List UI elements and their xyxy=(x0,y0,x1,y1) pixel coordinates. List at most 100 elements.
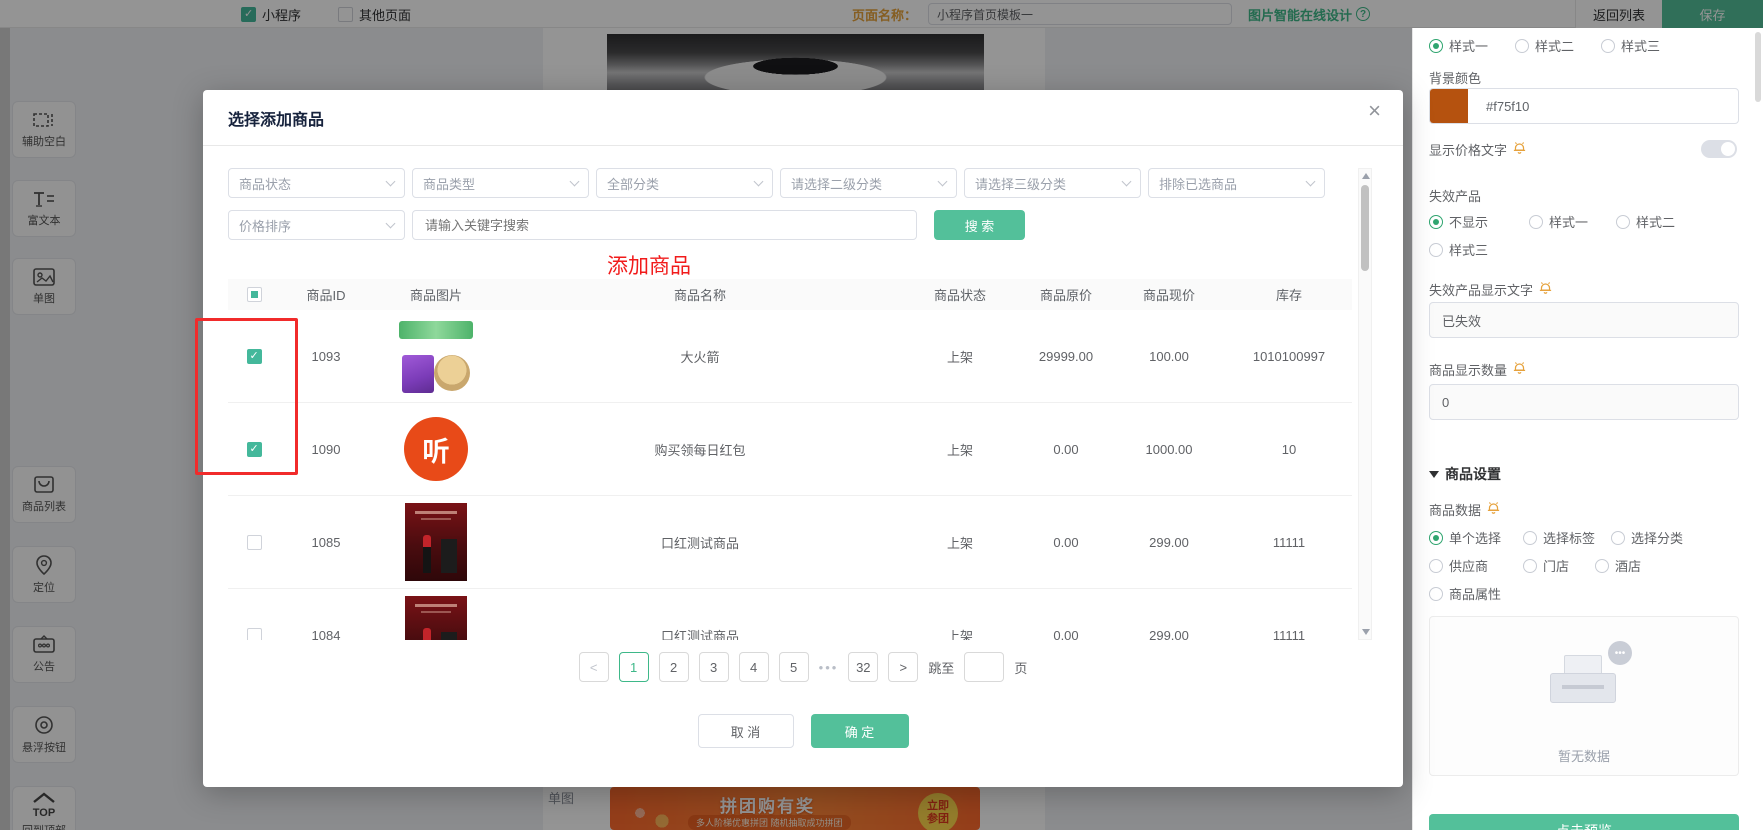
invalid-text-input[interactable] xyxy=(1429,302,1739,338)
printer-illustration: ••• xyxy=(1550,655,1616,711)
next-page-button[interactable]: > xyxy=(888,652,918,682)
page-button-5[interactable]: 5 xyxy=(779,652,809,682)
original-price: 0.00 xyxy=(1020,442,1112,457)
status-filter-select[interactable]: 商品状态 xyxy=(228,168,405,198)
style-2-radio[interactable] xyxy=(1515,39,1529,53)
data-option-select-category[interactable]: 选择分类 xyxy=(1611,528,1683,547)
table-row: 1084 口红测试商品 上架 0.00 299.00 11111 xyxy=(228,589,1352,640)
annotation-rectangle xyxy=(195,318,298,475)
select-all-checkbox[interactable] xyxy=(247,287,262,302)
sub-category-filter-select[interactable]: 请选择二级分类 xyxy=(780,168,957,198)
page-button-2[interactable]: 2 xyxy=(659,652,689,682)
display-count-label: 商品显示数量 xyxy=(1429,360,1527,379)
col-header-stock: 库存 xyxy=(1226,285,1352,304)
original-price: 29999.00 xyxy=(1020,349,1112,364)
panel-bottom-button[interactable]: 点击预览 xyxy=(1429,814,1739,830)
stock-value: 11111 xyxy=(1226,628,1352,641)
style-1-radio[interactable] xyxy=(1429,39,1443,53)
chevron-down-icon xyxy=(386,218,396,228)
style-option-1[interactable]: 样式一 xyxy=(1429,36,1488,55)
jump-page-input[interactable] xyxy=(964,652,1004,682)
product-image-lipstick xyxy=(405,596,467,640)
invalid-option-style1[interactable]: 样式一 xyxy=(1529,212,1588,231)
product-image-lipstick xyxy=(405,503,467,581)
current-price: 100.00 xyxy=(1112,349,1226,364)
close-icon[interactable]: × xyxy=(1368,100,1381,122)
current-price: 299.00 xyxy=(1112,535,1226,550)
color-hex-value: #f75f10 xyxy=(1486,99,1529,114)
select-tag-radio[interactable] xyxy=(1523,531,1537,545)
price-sort-select[interactable]: 价格排序 xyxy=(228,210,405,240)
invalid-style2-radio[interactable] xyxy=(1616,215,1630,229)
product-status: 上架 xyxy=(900,347,1020,366)
data-option-hotel[interactable]: 酒店 xyxy=(1595,556,1641,575)
page-button-1[interactable]: 1 xyxy=(619,652,649,682)
keyword-search-input[interactable] xyxy=(412,210,917,240)
bell-icon xyxy=(1512,361,1527,379)
prev-page-button[interactable]: < xyxy=(579,652,609,682)
jump-label: 跳至 xyxy=(928,658,954,677)
chevron-down-icon xyxy=(938,176,948,186)
color-swatch[interactable] xyxy=(1430,89,1468,123)
confirm-button[interactable]: 确 定 xyxy=(811,714,909,748)
data-option-select-tag[interactable]: 选择标签 xyxy=(1523,528,1595,547)
invalid-option-style2[interactable]: 样式二 xyxy=(1616,212,1675,231)
exclude-selected-filter-select[interactable]: 排除已选商品 xyxy=(1148,168,1325,198)
chevron-down-icon xyxy=(1306,176,1316,186)
category-filter-select[interactable]: 全部分类 xyxy=(596,168,773,198)
row-checkbox[interactable] xyxy=(247,628,262,641)
page-button-3[interactable]: 3 xyxy=(699,652,729,682)
row-checkbox[interactable] xyxy=(247,535,262,550)
more-pages-icon[interactable]: ••• xyxy=(819,660,839,675)
col-header-original-price: 商品原价 xyxy=(1020,285,1112,304)
col-header-status: 商品状态 xyxy=(900,285,1020,304)
bell-icon xyxy=(1512,141,1527,159)
bg-color-label: 背景颜色 xyxy=(1429,68,1481,87)
scroll-down-icon[interactable] xyxy=(1362,629,1370,635)
modal-backdrop-top xyxy=(1412,0,1763,28)
product-name: 购买领每日红包 xyxy=(500,440,900,459)
attribute-radio[interactable] xyxy=(1429,587,1443,601)
type-filter-select[interactable]: 商品类型 xyxy=(412,168,589,198)
data-option-store[interactable]: 门店 xyxy=(1523,556,1569,575)
style-option-2[interactable]: 样式二 xyxy=(1515,36,1574,55)
data-option-supplier[interactable]: 供应商 xyxy=(1429,556,1488,575)
third-category-filter-select[interactable]: 请选择三级分类 xyxy=(964,168,1141,198)
col-header-image: 商品图片 xyxy=(372,285,500,304)
invalid-option-hide[interactable]: 不显示 xyxy=(1429,212,1488,231)
scrollbar-thumb[interactable] xyxy=(1361,185,1369,271)
bg-color-picker[interactable]: #f75f10 xyxy=(1429,88,1739,124)
display-count-input[interactable] xyxy=(1429,384,1739,420)
stock-value: 1010100997 xyxy=(1226,349,1352,364)
invalid-style3-radio[interactable] xyxy=(1429,243,1443,257)
goods-settings-section-header[interactable]: 商品设置 xyxy=(1429,464,1501,484)
style-option-3[interactable]: 样式三 xyxy=(1601,36,1660,55)
cancel-button[interactable]: 取 消 xyxy=(698,714,794,748)
goods-data-label: 商品数据 xyxy=(1429,500,1501,519)
panel-scrollbar[interactable] xyxy=(1755,32,1761,102)
product-status: 上架 xyxy=(900,533,1020,552)
current-price: 1000.00 xyxy=(1112,442,1226,457)
page-button-last[interactable]: 32 xyxy=(848,652,878,682)
invalid-option-style3[interactable]: 样式三 xyxy=(1429,240,1488,259)
supplier-radio[interactable] xyxy=(1429,559,1443,573)
single-select-radio[interactable] xyxy=(1429,531,1443,545)
product-status: 上架 xyxy=(900,440,1020,459)
select-category-radio[interactable] xyxy=(1611,531,1625,545)
chevron-down-icon xyxy=(386,176,396,186)
data-option-attribute[interactable]: 商品属性 xyxy=(1429,584,1501,603)
store-radio[interactable] xyxy=(1523,559,1537,573)
page-button-4[interactable]: 4 xyxy=(739,652,769,682)
style-3-radio[interactable] xyxy=(1601,39,1615,53)
scroll-up-icon[interactable] xyxy=(1362,173,1370,179)
search-button[interactable]: 搜 索 xyxy=(934,210,1025,240)
selected-goods-empty-state: ••• 暂无数据 xyxy=(1429,616,1739,776)
product-name: 大火箭 xyxy=(500,347,900,366)
table-scrollbar[interactable] xyxy=(1358,168,1372,640)
invalid-style1-radio[interactable] xyxy=(1529,215,1543,229)
table-row: 1093 大火箭 上架 29999.00 100.00 1010100997 xyxy=(228,310,1352,403)
data-option-single-select[interactable]: 单个选择 xyxy=(1429,528,1501,547)
show-price-toggle[interactable] xyxy=(1701,140,1737,158)
invalid-hide-radio[interactable] xyxy=(1429,215,1443,229)
hotel-radio[interactable] xyxy=(1595,559,1609,573)
